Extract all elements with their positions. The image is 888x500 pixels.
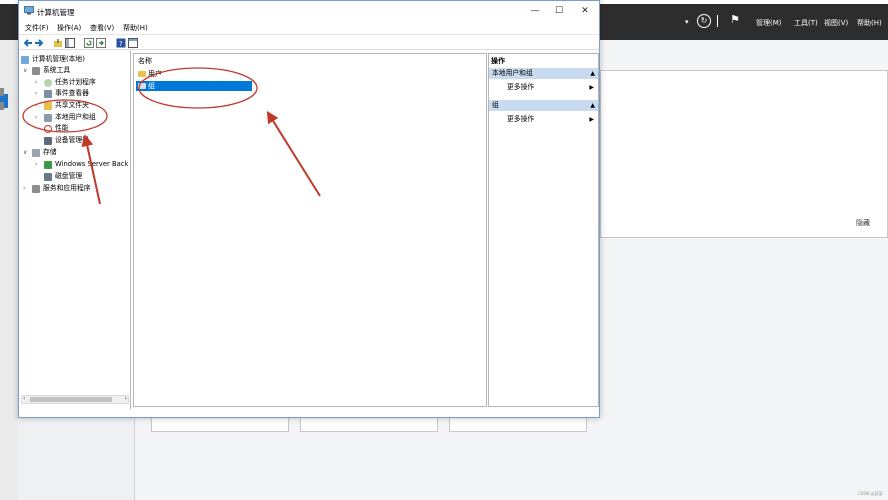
tree-item-label: 事件查看器 — [55, 89, 89, 97]
collapse-icon[interactable]: ∨ — [23, 147, 29, 158]
computer-management-icon — [24, 6, 34, 15]
folder-icon — [138, 83, 146, 89]
action-section-label: 组 — [492, 101, 499, 109]
separator — [717, 15, 718, 27]
backup-icon — [44, 161, 52, 169]
navigation-tree: 计算机管理(本地) ∨ 系统工具 › 任务计划程序 › 事件查看器 › 共享文件… — [19, 51, 131, 409]
list-item-groups[interactable]: 组 — [136, 81, 252, 91]
action-more-2[interactable]: 更多操作 ▶ — [489, 114, 598, 125]
tree-horizontal-scrollbar[interactable]: ‹ › — [21, 395, 129, 404]
tree-item-label: 本地用户和组 — [55, 113, 96, 121]
menu-help[interactable]: 帮助(H) — [857, 18, 882, 28]
svg-text:?: ? — [119, 40, 123, 48]
action-label: 更多操作 — [507, 115, 535, 123]
title-bar[interactable]: 计算机管理 — ☐ ✕ — [19, 1, 599, 21]
actions-title: 操作 — [491, 57, 505, 65]
action-section-local-users-groups[interactable]: 本地用户和组 ▲ — [489, 68, 598, 79]
action-section-label: 本地用户和组 — [492, 69, 533, 77]
expand-icon[interactable]: › — [23, 183, 29, 194]
tile-card — [151, 418, 289, 432]
hide-link[interactable]: 隐藏 — [856, 218, 870, 228]
scroll-left-icon[interactable]: ‹ — [23, 395, 25, 402]
menu-help[interactable]: 帮助(H) — [123, 23, 148, 33]
performance-icon — [44, 125, 52, 133]
computer-management-window: 计算机管理 — ☐ ✕ 文件(F) 操作(A) 查看(V) 帮助(H) ? 计算… — [18, 0, 600, 418]
tree-item-label: 性能 — [55, 124, 69, 132]
footer-watermark: CSDN @某某 — [858, 491, 883, 496]
up-folder-icon[interactable] — [53, 38, 63, 48]
menu-view[interactable]: 视图(V) — [824, 18, 848, 28]
welcome-panel — [600, 70, 888, 238]
collapse-up-icon[interactable]: ▲ — [590, 68, 595, 79]
tile-card — [300, 418, 438, 432]
sidebar-tile[interactable] — [0, 88, 4, 96]
dropdown-icon[interactable]: ▾ — [685, 18, 689, 26]
sidebar-tile[interactable] — [0, 102, 4, 110]
show-hide-action-pane-icon[interactable] — [128, 38, 138, 48]
expand-icon[interactable]: › — [35, 100, 41, 111]
event-viewer-icon — [44, 90, 52, 98]
collapse-up-icon[interactable]: ▲ — [590, 100, 595, 111]
tree-item-label: 计算机管理(本地) — [32, 55, 85, 63]
maximize-button[interactable]: ☐ — [547, 3, 571, 19]
scroll-right-icon[interactable]: › — [125, 395, 127, 402]
list-item-label: 组 — [148, 82, 155, 90]
content-list: 名称 用户 组 — [133, 53, 487, 407]
tree-item-label: 设备管理器 — [55, 136, 89, 144]
tile-card — [449, 418, 587, 432]
action-more-1[interactable]: 更多操作 ▶ — [489, 82, 598, 93]
expand-icon[interactable]: › — [35, 77, 41, 88]
help-icon[interactable]: ? — [116, 38, 126, 48]
device-manager-icon — [44, 137, 52, 145]
tree-item-label: 系统工具 — [43, 66, 71, 74]
minimize-button[interactable]: — — [523, 3, 547, 19]
shared-folder-icon — [44, 102, 52, 110]
menu-view[interactable]: 查看(V) — [90, 23, 114, 33]
scrollbar-thumb[interactable] — [30, 397, 112, 402]
server-manager-sidebar — [0, 40, 18, 500]
list-item-users[interactable]: 用户 — [136, 69, 252, 79]
action-section-groups[interactable]: 组 ▲ — [489, 100, 598, 111]
collapse-icon[interactable]: ∨ — [23, 65, 29, 76]
export-list-icon[interactable] — [96, 38, 106, 48]
services-icon — [32, 185, 40, 193]
clock-icon — [44, 79, 52, 87]
action-label: 更多操作 — [507, 83, 535, 91]
submenu-arrow-icon: ▶ — [589, 84, 594, 91]
storage-icon — [32, 149, 40, 157]
users-icon — [44, 114, 52, 122]
menu-file[interactable]: 文件(F) — [25, 23, 49, 33]
menu-manage[interactable]: 管理(M) — [756, 18, 782, 28]
menu-tools[interactable]: 工具(T) — [794, 18, 818, 28]
flag-icon[interactable]: ⚑ — [730, 13, 740, 26]
refresh-icon[interactable]: ↻ — [697, 14, 711, 28]
forward-arrow-icon[interactable] — [34, 38, 44, 48]
back-arrow-icon[interactable] — [23, 38, 33, 48]
window-title: 计算机管理 — [37, 8, 75, 17]
menu-bar: 文件(F) 操作(A) 查看(V) 帮助(H) — [19, 21, 599, 33]
actions-pane: 操作 本地用户和组 ▲ 更多操作 ▶ 组 ▲ 更多操作 ▶ — [488, 53, 599, 407]
tree-item-label: 磁盘管理 — [55, 172, 83, 180]
column-header-name[interactable]: 名称 — [138, 56, 152, 66]
close-button[interactable]: ✕ — [573, 3, 597, 19]
submenu-arrow-icon: ▶ — [589, 116, 594, 123]
tree-item-label: 服务和应用程序 — [43, 184, 91, 192]
list-item-label: 用户 — [148, 70, 162, 78]
disk-icon — [44, 173, 52, 181]
tree-item-label: Windows Server Back — [55, 160, 129, 168]
show-hide-tree-icon[interactable] — [65, 38, 75, 48]
expand-icon[interactable]: › — [35, 88, 41, 99]
computer-icon — [21, 56, 29, 64]
toolbar: ? — [19, 34, 599, 50]
refresh-icon[interactable] — [84, 38, 94, 48]
expand-icon[interactable]: › — [35, 112, 41, 123]
menu-action[interactable]: 操作(A) — [57, 23, 81, 33]
expand-icon[interactable]: › — [35, 123, 41, 134]
tree-item-label: 任务计划程序 — [55, 78, 96, 86]
tree-item-label: 存储 — [43, 148, 57, 156]
expand-icon[interactable]: › — [35, 159, 41, 170]
folder-icon — [138, 71, 146, 77]
tools-icon — [32, 67, 40, 75]
tree-item-label: 共享文件夹 — [55, 101, 89, 109]
